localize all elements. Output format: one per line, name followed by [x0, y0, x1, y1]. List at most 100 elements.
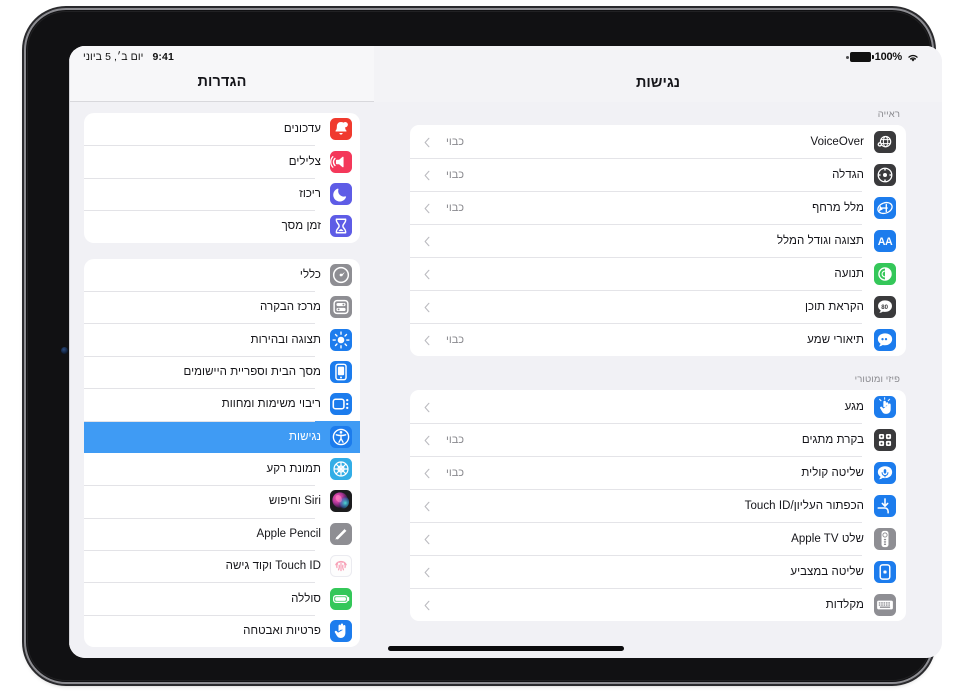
- home-screen-icon: [330, 360, 352, 383]
- sidebar-item-gear[interactable]: כללי: [84, 259, 360, 291]
- sidebar-item-label: תמונת רקע: [266, 463, 321, 476]
- settings-row-label: הקראת תוכן: [804, 300, 864, 313]
- voice-control-icon: [874, 461, 896, 484]
- touch-id-icon: [330, 555, 352, 578]
- settings-row-label: שליטה במצביע: [790, 565, 864, 578]
- sidebar-item-touch-id[interactable]: Touch ID וקוד גישה: [84, 550, 360, 582]
- sidebar-item-label: Siri וחיפוש: [268, 495, 321, 508]
- sidebar-item-brightness[interactable]: תצוגה ובהירות: [84, 323, 360, 355]
- settings-row-hover-text[interactable]: מלל מרחף כבוי: [410, 191, 906, 224]
- sidebar-item-hourglass[interactable]: זמן מסך: [84, 210, 360, 242]
- motion-icon: [874, 262, 896, 285]
- chevron-left-icon: [422, 402, 431, 413]
- voiceover-icon: [874, 130, 896, 153]
- settings-row-zoom[interactable]: הגדלה כבוי: [410, 158, 906, 191]
- hover-text-icon: [874, 196, 896, 219]
- sidebar-scroll-area[interactable]: עדכונים צלילים ריכוז זמן מסך כללי מרכז הבקרה ת…: [70, 102, 374, 658]
- sidebar-item-home-screen[interactable]: מסך הבית וספריית היישומים: [84, 355, 360, 388]
- chevron-left-icon: [422, 269, 431, 280]
- settings-row-label: שליטה קולית: [801, 466, 864, 479]
- settings-row-label: מגע: [844, 400, 864, 413]
- settings-row-voice-control[interactable]: שליטה קולית כבוי: [410, 456, 906, 489]
- chevron-left-icon: [422, 567, 431, 578]
- chevron-left-icon: [422, 600, 431, 611]
- settings-row-apple-tv-remote[interactable]: שלט Apple TV: [410, 522, 906, 555]
- moon-icon: [330, 182, 352, 205]
- gear-icon: [330, 263, 352, 286]
- settings-row-top-button[interactable]: הכפתור העליון/Touch ID: [410, 489, 906, 522]
- settings-row-label: תיאורי שמע: [807, 333, 864, 346]
- hourglass-icon: [330, 215, 352, 238]
- chevron-left-icon: [422, 468, 431, 479]
- chevron-left-icon: [422, 335, 431, 346]
- settings-group: VoiceOver כבוי הגדלה כבוי מלל מרחף כבוי AA תצוג…: [410, 125, 906, 356]
- page-title: נגישות: [635, 75, 681, 91]
- settings-row-pointer-control[interactable]: שליטה במצביע: [410, 555, 906, 588]
- settings-row-label: הכפתור העליון/Touch ID: [744, 499, 864, 512]
- sidebar-item-label: סוללה: [291, 592, 321, 605]
- svg-text:AA: AA: [878, 236, 893, 248]
- chevron-left-icon: [422, 501, 431, 512]
- sidebar-group: עדכונים צלילים ריכוז זמן מסך: [84, 113, 360, 243]
- settings-row-label: הגדלה: [832, 168, 864, 181]
- sidebar-item-speaker-waves[interactable]: צלילים: [84, 145, 360, 177]
- chevron-left-icon: [422, 203, 431, 214]
- settings-sidebar: הגדרות עדכונים צלילים ריכוז זמן מסך כללי מרכז…: [69, 46, 374, 658]
- section-header: פיזי ומוטורי: [854, 374, 900, 385]
- chevron-left-icon: [422, 534, 431, 545]
- settings-row-label: בקרת מתגים: [801, 433, 864, 446]
- control-center-icon: [330, 296, 352, 319]
- sidebar-item-moon[interactable]: ריכוז: [84, 177, 360, 210]
- audio-desc-icon: [874, 328, 896, 351]
- keyboard-icon: [874, 593, 896, 616]
- sidebar-item-privacy-hand[interactable]: פרטיות ואבטחה: [84, 614, 360, 647]
- sidebar-item-wallpaper[interactable]: תמונת רקע: [84, 453, 360, 485]
- settings-row-value: כבוי: [446, 168, 465, 181]
- sidebar-item-siri[interactable]: Siri וחיפוש: [84, 485, 360, 517]
- pencil-icon: [330, 522, 352, 545]
- chevron-left-icon: [422, 137, 431, 148]
- home-indicator[interactable]: [387, 646, 624, 651]
- settings-row-label: מלל מרחף: [812, 201, 864, 214]
- settings-row-spoken-content[interactable]: 80 הקראת תוכן: [410, 290, 906, 323]
- settings-row-motion[interactable]: תנועה: [410, 257, 906, 290]
- settings-row-voiceover[interactable]: VoiceOver כבוי: [410, 125, 906, 158]
- settings-group: מגע בקרת מתגים כבוי שליטה קולית כבוי הכפתור ה…: [410, 390, 906, 621]
- apple-tv-remote-icon: [874, 527, 896, 550]
- sidebar-item-multitasking[interactable]: ריבוי משימות ומחוות: [84, 388, 360, 420]
- sidebar-item-accessibility[interactable]: נגישות: [84, 420, 360, 453]
- sidebar-item-battery[interactable]: סוללה: [84, 582, 360, 614]
- settings-row-audio-desc[interactable]: תיאורי שמע כבוי: [410, 323, 906, 356]
- front-camera-icon: [61, 347, 68, 354]
- settings-row-value: כבוי: [446, 201, 465, 214]
- sidebar-item-control-center[interactable]: מרכז הבקרה: [84, 290, 360, 323]
- settings-row-value: כבוי: [446, 333, 465, 346]
- settings-row-label: תנועה: [834, 267, 864, 280]
- ipad-screen: 100% 9:41 יום ב׳, 5 ביוני הגדרות עדכונים: [69, 46, 942, 658]
- section-header: ראייה: [877, 109, 900, 120]
- settings-row-keyboard[interactable]: מקלדות: [410, 588, 906, 621]
- sidebar-item-label: צלילים: [288, 155, 321, 168]
- accessibility-icon: [330, 425, 352, 448]
- settings-row-switch-control[interactable]: בקרת מתגים כבוי: [410, 423, 906, 456]
- sidebar-item-label: תצוגה ובהירות: [250, 333, 321, 346]
- sidebar-item-bell-badge[interactable]: עדכונים: [84, 113, 360, 145]
- ipad-device-frame: 100% 9:41 יום ב׳, 5 ביוני הגדרות עדכונים: [26, 10, 942, 682]
- main-scroll-area[interactable]: ראייה VoiceOver כבוי הגדלה כבוי מלל מרחף כבוי A…: [374, 102, 942, 658]
- settings-row-label: מקלדות: [825, 598, 864, 611]
- main-header: נגישות: [374, 46, 942, 102]
- sidebar-item-label: פרטיות ואבטחה: [243, 625, 321, 638]
- sidebar-item-label: ריבוי משימות ומחוות: [221, 398, 321, 411]
- settings-row-text-size[interactable]: AA תצוגה וגודל המלל: [410, 224, 906, 257]
- settings-row-touch[interactable]: מגע: [410, 390, 906, 423]
- sidebar-item-label: מסך הבית וספריית היישומים: [183, 365, 321, 378]
- settings-row-value: כבוי: [446, 433, 465, 446]
- sidebar-item-label: Touch ID וקוד גישה: [225, 560, 321, 573]
- top-button-icon: [874, 494, 896, 517]
- settings-row-label: תצוגה וגודל המלל: [777, 234, 864, 247]
- wallpaper-icon: [330, 458, 352, 481]
- touch-icon: [874, 395, 896, 418]
- sidebar-item-pencil[interactable]: Apple Pencil: [84, 517, 360, 550]
- switch-control-icon: [874, 428, 896, 451]
- sidebar-item-label: Apple Pencil: [256, 527, 321, 540]
